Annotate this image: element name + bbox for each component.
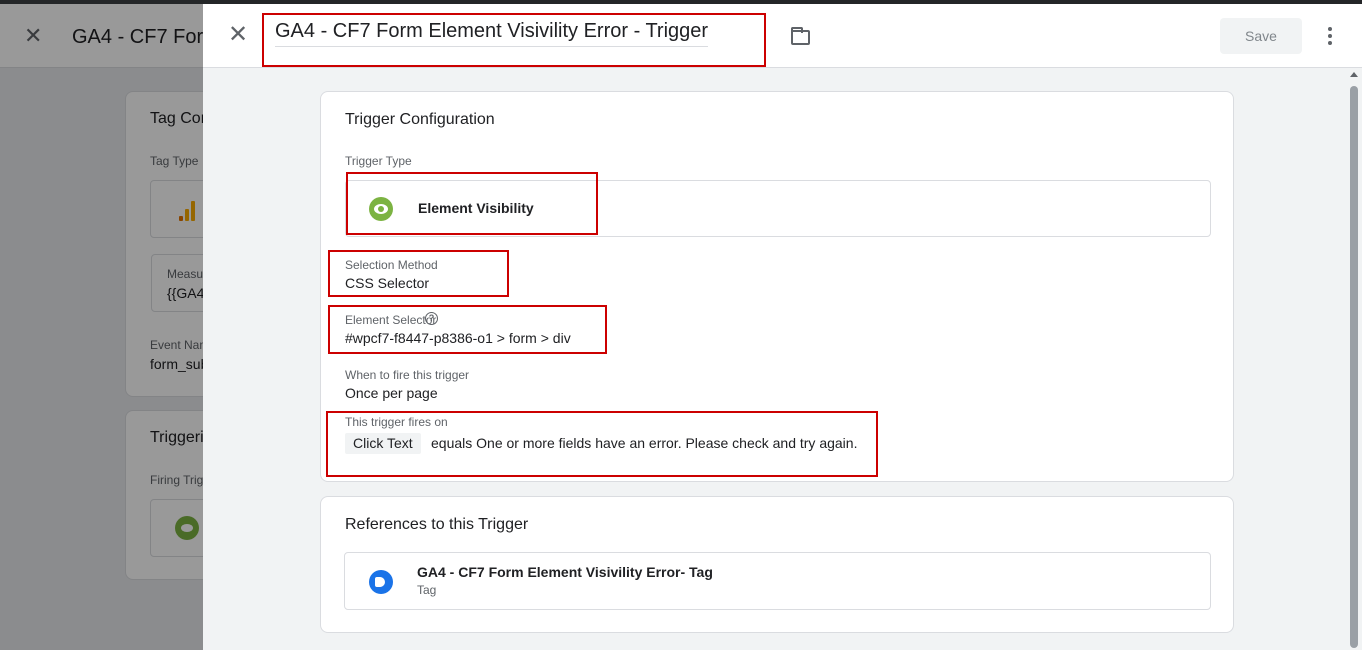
trigger-panel: ✕ GA4 - CF7 Form Element Visivility Erro…	[203, 4, 1362, 650]
scrollbar[interactable]	[1346, 68, 1362, 650]
help-icon[interactable]: ?	[425, 312, 438, 325]
element-selector-value: #wpcf7-f8447-p8386-o1 > form > div	[345, 330, 571, 346]
when-to-fire-label: When to fire this trigger	[345, 368, 470, 382]
trigger-title-field[interactable]: GA4 - CF7 Form Element Visivility Error …	[275, 20, 810, 56]
reference-type: Tag	[417, 583, 437, 597]
trigger-configuration-title: Trigger Configuration	[345, 111, 495, 128]
trigger-configuration-card[interactable]: Trigger Configuration Trigger Type Eleme…	[320, 91, 1234, 482]
references-card: References to this Trigger GA4 - CF7 For…	[320, 496, 1234, 633]
more-vert-icon[interactable]	[1323, 24, 1337, 48]
selection-method-label: Selection Method	[345, 258, 438, 272]
reference-item[interactable]: GA4 - CF7 Form Element Visivility Error-…	[344, 552, 1211, 610]
condition-variable-chip: Click Text	[345, 433, 421, 454]
folder-icon[interactable]	[791, 27, 810, 45]
references-title: References to this Trigger	[345, 516, 529, 533]
trigger-header: ✕ GA4 - CF7 Form Element Visivility Erro…	[203, 4, 1362, 68]
close-icon[interactable]: ✕	[228, 23, 248, 47]
trigger-type-value: Element Visibility	[418, 200, 534, 216]
tag-icon	[369, 570, 393, 594]
scroll-thumb[interactable]	[1350, 86, 1358, 648]
trigger-type-box[interactable]: Element Visibility	[345, 180, 1211, 237]
trigger-type-label: Trigger Type	[345, 154, 412, 168]
selection-method-value: CSS Selector	[345, 275, 430, 291]
fires-on-label: This trigger fires on	[345, 415, 448, 429]
trigger-title[interactable]: GA4 - CF7 Form Element Visivility Error …	[275, 20, 709, 47]
condition-text: equals One or more fields have an error.…	[431, 435, 858, 451]
element-selector-label: Element Selector	[345, 313, 437, 327]
eye-icon	[369, 197, 393, 221]
when-to-fire-value: Once per page	[345, 385, 438, 401]
scroll-up-arrow-icon[interactable]	[1350, 72, 1358, 77]
reference-name: GA4 - CF7 Form Element Visivility Error-…	[417, 564, 713, 580]
save-button[interactable]: Save	[1220, 18, 1302, 54]
